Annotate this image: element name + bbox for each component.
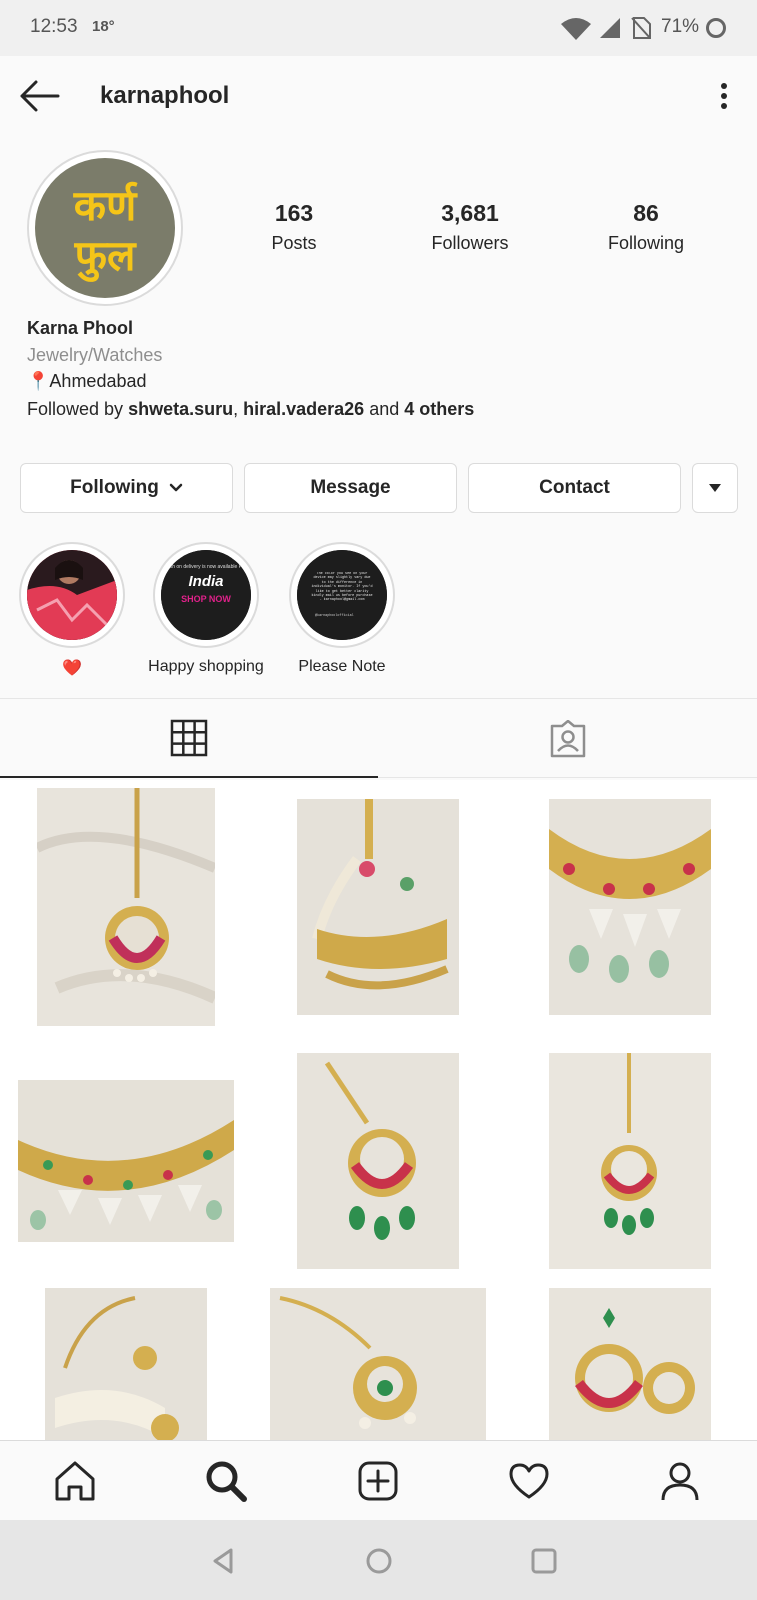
svg-text:फुल: फुल xyxy=(74,231,137,282)
system-recents-icon[interactable] xyxy=(529,1546,559,1576)
location-pin-icon: 📍 xyxy=(27,371,50,391)
tab-tagged[interactable] xyxy=(379,699,757,778)
contact-button[interactable]: Contact xyxy=(468,463,681,513)
system-home-icon[interactable] xyxy=(364,1546,394,1576)
chevron-down-icon xyxy=(169,483,183,492)
tagged-photos-icon xyxy=(550,719,586,757)
caret-down-icon xyxy=(709,484,721,492)
highlight-please-note[interactable]: The color you see on your device may sli… xyxy=(282,542,402,676)
header-username: karnaphool xyxy=(100,82,230,109)
grid-icon xyxy=(170,719,208,756)
profile-tabs xyxy=(0,698,757,778)
following-count-label: Following xyxy=(607,233,685,253)
posts-count-value: 163 xyxy=(274,200,314,226)
following-button[interactable]: Following xyxy=(20,463,233,513)
battery-icon xyxy=(706,18,726,38)
no-sim-icon xyxy=(631,17,651,39)
followed-user-link[interactable]: hiral.vadera26 xyxy=(243,399,364,419)
profile-location[interactable]: 📍Ahmedabad xyxy=(27,371,147,392)
back-arrow-icon[interactable] xyxy=(18,76,62,116)
tab-grid[interactable] xyxy=(0,699,378,778)
highlight-cover-note: The color you see on your device may sli… xyxy=(297,550,387,640)
grid-post[interactable] xyxy=(252,780,504,1033)
following-count[interactable]: 86 Following xyxy=(566,200,726,254)
location-text: Ahmedabad xyxy=(49,371,147,391)
profile-header: karnaphool xyxy=(0,56,757,138)
grid-post[interactable] xyxy=(252,1034,504,1287)
followers-count-value: 3,681 xyxy=(441,200,499,226)
followed-by[interactable]: Followed by shweta.suru, hiral.vadera26 … xyxy=(27,399,474,420)
highlight-cover-saree xyxy=(27,550,117,640)
system-back-icon[interactable] xyxy=(209,1546,239,1576)
svg-text:कर्ण: कर्ण xyxy=(73,181,139,230)
profile-name: Karna Phool xyxy=(27,318,134,338)
post-thumbnail xyxy=(549,798,711,1015)
following-button-label: Following xyxy=(70,477,159,498)
highlight-label: Please Note xyxy=(298,658,386,675)
suggested-accounts-button[interactable] xyxy=(692,463,738,513)
message-button[interactable]: Message xyxy=(244,463,457,513)
highlight-label: ❤️ xyxy=(62,660,82,677)
bottom-navigation xyxy=(0,1440,757,1520)
followed-others-link[interactable]: 4 others xyxy=(404,399,474,419)
highlight-cover-shop-now: cash on delivery is now available Pan In… xyxy=(161,550,251,640)
message-button-label: Message xyxy=(310,477,391,498)
grid-post[interactable] xyxy=(0,1034,252,1287)
post-thumbnail xyxy=(37,787,215,1026)
post-thumbnail xyxy=(270,1288,486,1440)
activity-heart-icon[interactable] xyxy=(507,1459,551,1503)
system-navigation-bar xyxy=(0,1520,757,1600)
battery-percent: 71% xyxy=(661,16,700,37)
highlight-happy-shopping[interactable]: cash on delivery is now available Pan In… xyxy=(146,542,266,676)
avatar-logo: कर्ण फुल xyxy=(35,158,175,298)
grid-post[interactable] xyxy=(504,1288,756,1440)
post-thumbnail xyxy=(18,1079,234,1242)
status-time: 12:53 xyxy=(30,16,78,37)
post-thumbnail xyxy=(549,1052,711,1269)
followers-count[interactable]: 3,681 Followers xyxy=(390,200,550,254)
new-post-icon[interactable] xyxy=(356,1459,400,1503)
svg-text:cash on delivery is now availa: cash on delivery is now available Pan xyxy=(164,564,247,570)
status-bar: 12:53 18° 71% xyxy=(0,0,757,56)
profile-category: Jewelry/Watches xyxy=(27,345,163,365)
search-icon[interactable] xyxy=(204,1459,248,1503)
profile-icon[interactable] xyxy=(658,1459,702,1503)
home-icon[interactable] xyxy=(53,1459,97,1503)
posts-count[interactable]: 163 Posts xyxy=(214,200,374,254)
signal-icon xyxy=(600,18,620,38)
status-temperature: 18° xyxy=(92,18,115,35)
post-thumbnail xyxy=(45,1288,207,1440)
wifi-icon xyxy=(561,18,591,40)
profile-avatar[interactable]: कर्ण फुल xyxy=(27,150,183,306)
highlight-label: Happy shopping xyxy=(148,658,264,675)
highlight-heart[interactable]: ❤️ xyxy=(12,542,132,678)
grid-post[interactable] xyxy=(0,1288,252,1440)
svg-text:@karnaphoolofficial: @karnaphoolofficial xyxy=(315,613,354,618)
followers-count-label: Followers xyxy=(431,233,509,253)
grid-post[interactable] xyxy=(504,1034,756,1287)
svg-text:India: India xyxy=(188,573,223,590)
posts-grid xyxy=(0,780,757,1440)
grid-post[interactable] xyxy=(252,1288,504,1440)
followed-user-link[interactable]: shweta.suru xyxy=(128,399,233,419)
post-thumbnail xyxy=(549,1288,711,1440)
grid-post[interactable] xyxy=(504,780,756,1033)
post-thumbnail xyxy=(297,1052,459,1269)
more-options-icon[interactable] xyxy=(712,76,736,116)
contact-button-label: Contact xyxy=(539,477,610,498)
following-count-value: 86 xyxy=(633,200,659,226)
post-thumbnail xyxy=(297,798,459,1015)
grid-post[interactable] xyxy=(0,780,252,1033)
svg-text:SHOP NOW: SHOP NOW xyxy=(181,594,231,604)
posts-count-label: Posts xyxy=(271,233,317,253)
